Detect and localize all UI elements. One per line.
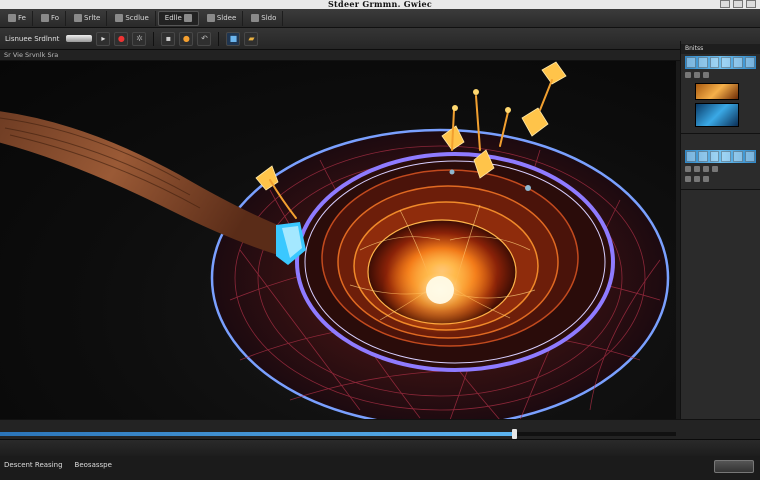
toolbar-item-1[interactable]: Fe: [2, 10, 33, 26]
maximize-button[interactable]: [733, 0, 743, 8]
secondary-toolbar: Lisnuee Srdlnnt ▸ ● ✲ ▪ ● ↶ ■ ▰: [0, 28, 760, 50]
toolbar-divider: [218, 31, 220, 46]
thumbnail-water[interactable]: [695, 103, 739, 127]
minimize-button[interactable]: [720, 0, 730, 8]
scene-render: [0, 61, 670, 419]
status-labels: Descent Reasing Beosasspe: [4, 461, 112, 469]
toolbar-item-3[interactable]: Srlte: [68, 10, 108, 26]
undo-button[interactable]: ↶: [197, 31, 212, 46]
light-icon: ●: [182, 33, 190, 43]
tool-icon[interactable]: [694, 72, 700, 78]
close-button[interactable]: [746, 0, 756, 8]
camera-icon: ▪: [165, 33, 172, 43]
folder-icon: [40, 14, 49, 22]
tool-icon[interactable]: [703, 166, 709, 172]
cursor-icon: ▸: [101, 33, 106, 43]
main-toolbar: Fe Fo Srlte Scdlue Edlle Sldee Sldo: [0, 9, 760, 28]
timeline: [0, 419, 760, 439]
tool-icon[interactable]: [694, 166, 700, 172]
settings-button[interactable]: ✲: [132, 31, 147, 46]
undo-icon: ↶: [201, 33, 208, 43]
timeline-progress: [0, 432, 514, 436]
properties-panel: Bnitss: [680, 41, 760, 437]
tool-icon[interactable]: [685, 72, 691, 78]
tool-icon[interactable]: [703, 72, 709, 78]
status-action-button[interactable]: [714, 460, 754, 473]
status-bar: Descent Reasing Beosasspe: [0, 439, 760, 480]
view-icon: [115, 14, 124, 22]
window-controls: [720, 0, 756, 8]
thumbnail-fire[interactable]: [695, 83, 739, 100]
folder-icon: ▰: [248, 33, 255, 43]
frame-icon: ■: [229, 33, 238, 43]
frame-button[interactable]: ■: [226, 31, 241, 46]
light-button[interactable]: ●: [179, 31, 194, 46]
toolbar-item-4[interactable]: Scdlue: [109, 10, 156, 26]
material-thumbnails: [695, 83, 756, 127]
brush-size-slider[interactable]: [66, 35, 93, 42]
layer-icon: [206, 14, 215, 22]
toolbar-item-5[interactable]: Edlle: [157, 10, 199, 26]
window-title: Stdeer Grmmn. Gwiec: [327, 0, 433, 9]
status-label-2: Beosasspe: [74, 461, 112, 469]
tool-icon[interactable]: [694, 176, 700, 182]
toolbar-item-7[interactable]: Sldo: [245, 10, 284, 26]
panel-spacer: [681, 196, 760, 205]
swatch-row-2[interactable]: [685, 150, 756, 163]
timeline-playhead[interactable]: [511, 429, 517, 439]
toolbar-divider: [153, 31, 155, 46]
select-tool-button[interactable]: ▸: [96, 31, 111, 46]
viewport-header: Sr Vie Srvnlk Sra: [0, 50, 680, 61]
panel-divider: [681, 133, 760, 134]
edit-icon: [74, 14, 83, 22]
tool-icon[interactable]: [703, 176, 709, 182]
panel-header: Bnitss: [681, 44, 760, 54]
status-label-1: Descent Reasing: [4, 461, 63, 469]
toolbar-row2-label: Lisnuee Srdlnnt: [5, 34, 60, 43]
toolbar-item-6[interactable]: Sldee: [201, 10, 244, 26]
brush-icon: [183, 14, 192, 22]
panel-controls: [685, 71, 756, 79]
gear-icon: ✲: [136, 33, 143, 43]
viewport-header-label: Sr Vie Srvnlk Sra: [4, 51, 59, 59]
file-icon: [8, 14, 16, 22]
tool-icon[interactable]: [685, 176, 691, 182]
tool-icon[interactable]: [712, 166, 718, 172]
title-bar: Stdeer Grmmn. Gwiec: [0, 0, 760, 9]
toolbar-item-2[interactable]: Fo: [35, 10, 67, 26]
swatch-row[interactable]: [685, 56, 756, 69]
record-icon: ●: [117, 33, 125, 43]
panel-divider: [681, 189, 760, 190]
record-button[interactable]: ●: [114, 31, 129, 46]
timeline-track[interactable]: [0, 429, 676, 439]
3d-viewport[interactable]: [0, 61, 676, 419]
folder-button[interactable]: ▰: [244, 31, 259, 46]
status-strip: [0, 440, 760, 456]
panel-controls-3: [685, 175, 756, 183]
camera-button[interactable]: ▪: [161, 31, 176, 46]
tool-icon[interactable]: [685, 166, 691, 172]
panel-controls-2: [685, 165, 756, 173]
render-icon: [251, 14, 260, 22]
